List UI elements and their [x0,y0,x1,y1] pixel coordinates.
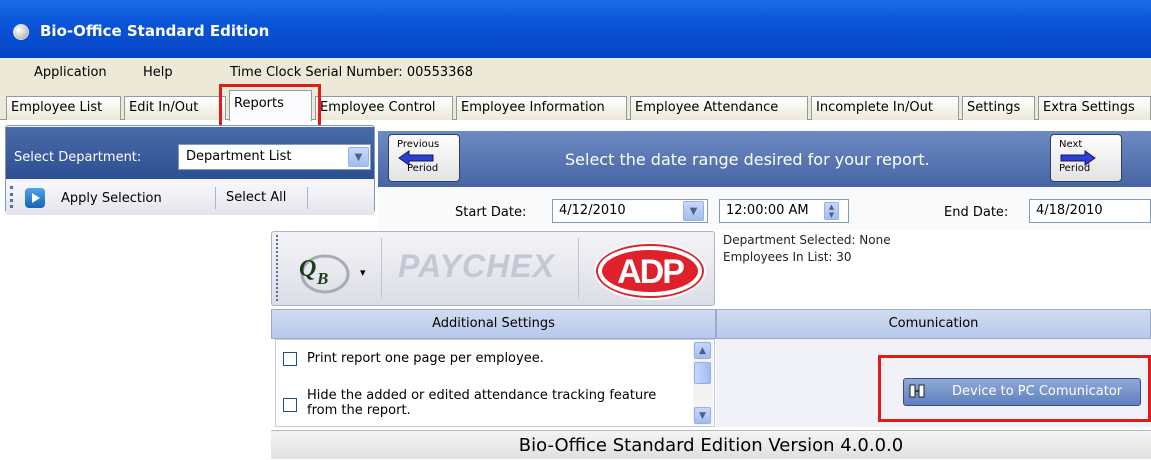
scrollbar-thumb[interactable] [694,362,711,384]
window-title: Bio-Office Standard Edition [40,22,270,40]
menu-help[interactable]: Help [143,65,173,80]
version-footer: Bio-Office Standard Edition Version 4.0.… [271,430,1151,459]
menu-application[interactable]: Application [34,65,107,80]
logo-separator [381,238,382,298]
department-select-value: Department List [186,149,292,164]
end-date-field[interactable]: 4/18/2010 [1029,199,1151,223]
hide-edited-attendance-label: Hide the added or edited attendance trac… [307,388,657,403]
date-range-instructions: Select the date range desired for your r… [565,150,930,169]
previous-period-label: Previous [397,139,440,150]
next-period-button[interactable]: Next Period [1050,134,1122,182]
department-selected-info: Department Selected: None [723,233,891,247]
apply-icon[interactable] [25,188,45,208]
tab-employee-list[interactable]: Employee List [6,96,121,120]
department-label: Select Department: [14,150,142,165]
time-spinner-icon[interactable]: ▲ ▼ [824,202,839,220]
calendar-dropdown-icon[interactable]: ▼ [683,201,704,221]
app-icon [13,24,29,40]
one-page-per-employee-checkbox[interactable] [283,352,297,366]
communication-header: Comunication [716,309,1151,339]
svg-text:ADP: ADP [617,253,684,291]
logo-separator [578,238,579,298]
previous-period-label-2: Period [407,163,439,174]
tab-extra-settings[interactable]: Extra Settings [1038,96,1151,120]
svg-text:Q: Q [299,256,316,282]
next-period-label-2: Period [1059,163,1091,174]
paychex-logo[interactable]: PAYCHEX [398,248,555,285]
tab-incomplete-in-out[interactable]: Incomplete In/Out [811,96,959,120]
logo-grip[interactable] [276,235,279,301]
select-all-button[interactable]: Select All [226,190,286,205]
toolbar-separator [307,187,308,209]
serial-number: Time Clock Serial Number: 00553368 [230,65,473,80]
tab-employee-control[interactable]: Employee Control [315,96,453,120]
employee-count-info: Employees In List: 30 [723,250,852,264]
menu-bar: Application Help Time Clock Serial Numbe… [0,58,1151,88]
scroll-up-icon[interactable]: ▲ [694,342,711,359]
next-period-label: Next [1059,139,1083,150]
tab-employee-attendance[interactable]: Employee Attendance [630,96,808,120]
end-date-label: End Date: [944,205,1009,220]
one-page-per-employee-label: Print report one page per employee. [307,351,544,366]
svg-text:B: B [316,269,328,288]
previous-period-button[interactable]: Previous Period [388,134,460,182]
toolbar-separator [215,187,216,209]
hide-edited-attendance-checkbox[interactable] [283,398,297,412]
tab-employee-information[interactable]: Employee Information [456,96,627,120]
scroll-down-icon[interactable]: ▼ [694,407,711,424]
chevron-down-icon[interactable]: ▼ [348,147,369,167]
communicator-highlight [878,355,1151,422]
start-date-label: Start Date: [455,205,527,220]
adp-logo-icon[interactable]: ADP [590,240,710,302]
tab-edit-in-out[interactable]: Edit In/Out [124,96,226,120]
additional-settings-header: Additional Settings [271,309,716,339]
tab-settings[interactable]: Settings [962,96,1035,120]
apply-selection-button[interactable]: Apply Selection [61,191,162,206]
toolbar-grip[interactable] [10,186,13,208]
quickbooks-dropdown-icon[interactable]: ▾ [360,266,366,279]
quickbooks-logo-icon[interactable]: Q B [295,250,350,295]
hide-edited-attendance-label-2: from the report. [307,403,411,418]
